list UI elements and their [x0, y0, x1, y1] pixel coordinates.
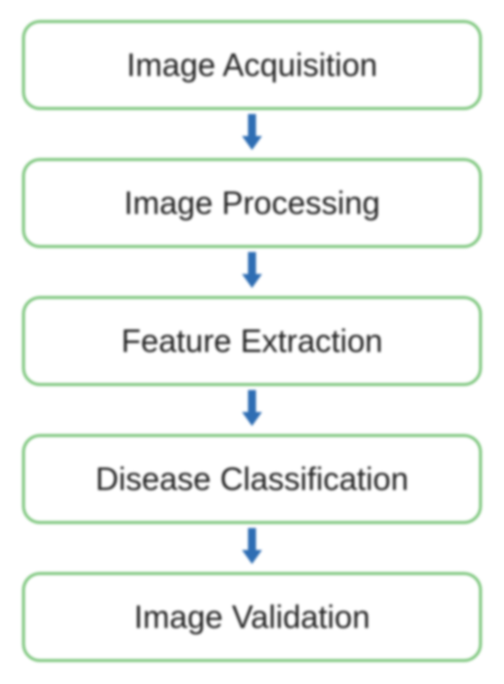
flow-box-label: Disease Classification — [95, 461, 408, 498]
flow-box-label: Image Processing — [124, 185, 380, 222]
flow-box-label: Image Validation — [134, 599, 370, 636]
arrow-down-icon — [243, 114, 261, 154]
flow-box-label: Feature Extraction — [121, 323, 382, 360]
flow-box-label: Image Acquisition — [127, 47, 378, 84]
flow-box-feature-extraction: Feature Extraction — [22, 296, 482, 386]
flow-box-image-processing: Image Processing — [22, 158, 482, 248]
flow-box-image-acquisition: Image Acquisition — [22, 20, 482, 110]
arrow-down-icon — [243, 252, 261, 292]
flow-box-disease-classification: Disease Classification — [22, 434, 482, 524]
flow-box-image-validation: Image Validation — [22, 572, 482, 662]
arrow-down-icon — [243, 528, 261, 568]
arrow-down-icon — [243, 390, 261, 430]
flowchart-container: Image Acquisition Image Processing Featu… — [0, 0, 504, 682]
